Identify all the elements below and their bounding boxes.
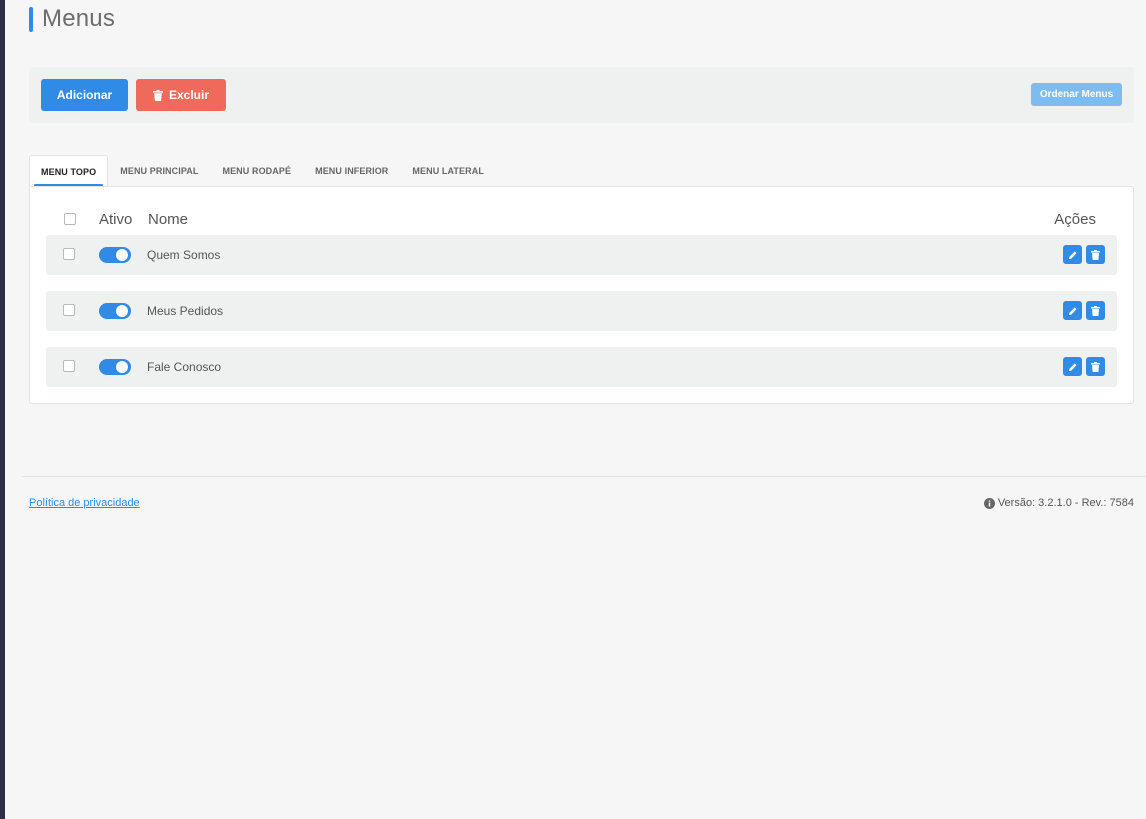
toggle-knob	[116, 249, 128, 261]
table-row: Fale Conosco	[46, 347, 1117, 387]
table-header: Ativo Nome Ações	[30, 211, 1133, 231]
footer-divider	[22, 476, 1146, 477]
row-checkbox[interactable]	[63, 248, 75, 260]
toolbar: Adicionar Excluir Ordenar Menus	[29, 67, 1134, 123]
add-button[interactable]: Adicionar	[41, 79, 128, 111]
toggle-knob	[116, 361, 128, 373]
order-menus-button[interactable]: Ordenar Menus	[1031, 83, 1122, 106]
privacy-policy-link[interactable]: Política de privacidade	[29, 497, 140, 509]
tab-menu-topo[interactable]: MENU TOPO	[29, 155, 109, 187]
delete-row-button[interactable]	[1086, 245, 1105, 264]
tab-menu-principal[interactable]: MENU PRINCIPAL	[108, 155, 210, 187]
pencil-icon	[1068, 306, 1077, 315]
edit-button[interactable]	[1063, 245, 1082, 264]
version-info: Versão: 3.2.1.0 - Rev.: 7584	[983, 497, 1134, 509]
version-text: Versão: 3.2.1.0 - Rev.: 7584	[997, 497, 1134, 509]
row-name: Fale Conosco	[147, 360, 222, 374]
trash-icon	[1091, 249, 1100, 260]
tab-menu-rodape[interactable]: MENU RODAPÉ	[210, 155, 303, 187]
row-name: Quem Somos	[147, 248, 221, 262]
info-icon	[983, 497, 995, 509]
pencil-icon	[1068, 250, 1077, 259]
menu-table-panel: Ativo Nome Ações Quem Somos Meus Pedidos…	[29, 186, 1134, 404]
table-row: Meus Pedidos	[46, 291, 1117, 331]
edit-button[interactable]	[1063, 301, 1082, 320]
table-row: Quem Somos	[46, 235, 1117, 275]
delete-row-button[interactable]	[1086, 301, 1105, 320]
sidebar-edge	[0, 0, 5, 819]
row-checkbox[interactable]	[63, 304, 75, 316]
active-toggle[interactable]	[99, 359, 131, 375]
delete-button-label: Excluir	[168, 88, 210, 102]
tab-menu-inferior[interactable]: MENU INFERIOR	[303, 155, 400, 187]
header-active: Ativo	[99, 211, 133, 228]
active-toggle[interactable]	[99, 303, 131, 319]
row-name: Meus Pedidos	[147, 304, 224, 318]
page-header: Menus	[29, 5, 115, 33]
edit-button[interactable]	[1063, 357, 1082, 376]
pencil-icon	[1068, 362, 1077, 371]
row-checkbox[interactable]	[63, 360, 75, 372]
trash-icon	[152, 89, 163, 101]
active-toggle[interactable]	[99, 247, 131, 263]
tab-menu-lateral[interactable]: MENU LATERAL	[400, 155, 496, 187]
delete-row-button[interactable]	[1086, 357, 1105, 376]
toggle-knob	[116, 305, 128, 317]
select-all-checkbox[interactable]	[64, 213, 76, 225]
header-actions: Ações	[1054, 211, 1096, 228]
menu-tabs: MENU TOPO MENU PRINCIPAL MENU RODAPÉ MEN…	[29, 155, 496, 187]
trash-icon	[1091, 361, 1100, 372]
trash-icon	[1091, 305, 1100, 316]
title-accent-bar	[29, 6, 33, 32]
header-name: Nome	[148, 211, 189, 228]
page-title: Menus	[42, 5, 116, 32]
delete-button[interactable]: Excluir	[136, 79, 226, 111]
